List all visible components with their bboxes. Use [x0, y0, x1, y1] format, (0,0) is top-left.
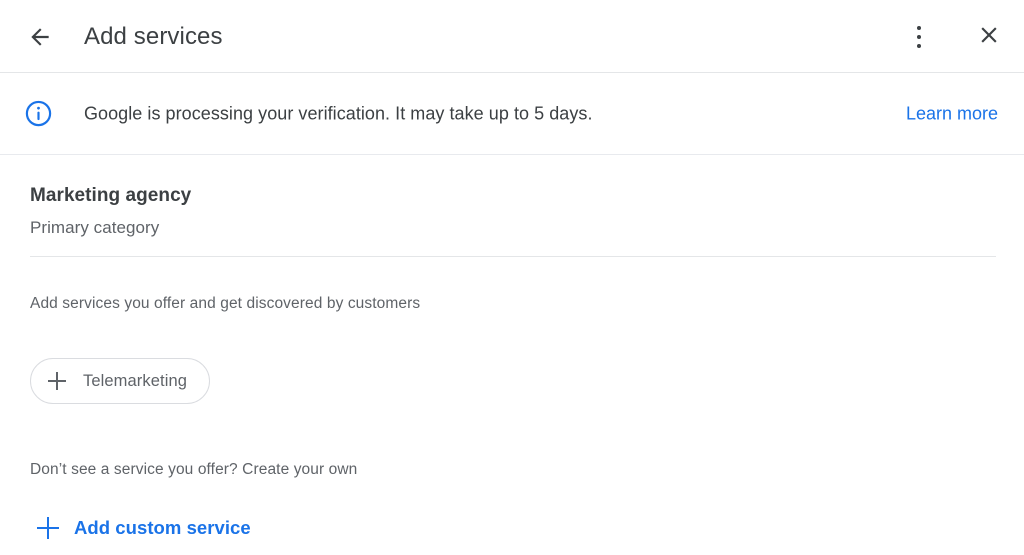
- more-vert-icon-dot: [916, 34, 922, 40]
- services-caption: Add services you offer and get discovere…: [30, 295, 421, 312]
- arrow-back-icon: [27, 24, 53, 50]
- primary-category-block: Marketing agency Primary category: [30, 184, 191, 240]
- plus-icon: [37, 517, 59, 539]
- plus-icon: [48, 372, 66, 390]
- section-divider: [30, 256, 996, 257]
- close-icon: [976, 22, 1002, 53]
- info-circle-icon: [22, 98, 54, 130]
- verification-status-banner: Google is processing your verification. …: [0, 73, 1024, 155]
- service-chip-label: Telemarketing: [83, 371, 188, 390]
- page-title: Add services: [84, 22, 223, 50]
- app-header: Add services: [0, 0, 1024, 73]
- close-button[interactable]: [970, 18, 1008, 56]
- more-options-button[interactable]: [900, 18, 938, 56]
- learn-more-link[interactable]: Learn more: [906, 103, 998, 124]
- back-button[interactable]: [18, 17, 62, 57]
- category-subtitle: Primary category: [30, 218, 160, 237]
- add-custom-service-button[interactable]: Add custom service: [37, 517, 251, 539]
- banner-message: Google is processing your verification. …: [84, 103, 593, 123]
- add-custom-service-label: Add custom service: [74, 517, 251, 538]
- custom-service-caption: Don’t see a service you offer? Create yo…: [30, 461, 358, 478]
- category-name: Marketing agency: [30, 185, 192, 206]
- more-vert-icon: [916, 25, 922, 31]
- more-vert-icon-dot: [916, 43, 922, 49]
- service-chip-telemarketing[interactable]: Telemarketing: [30, 358, 211, 404]
